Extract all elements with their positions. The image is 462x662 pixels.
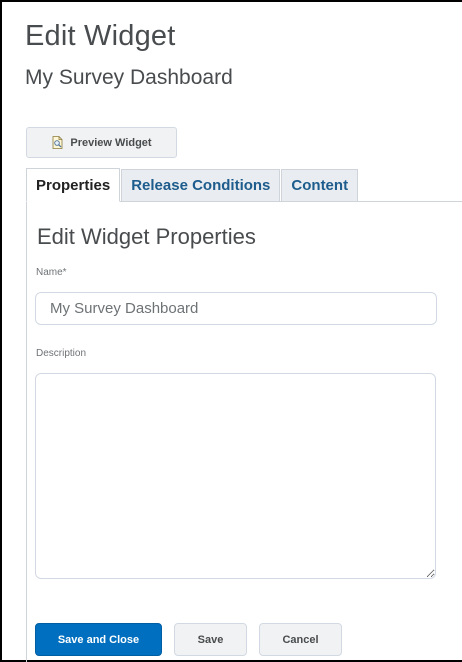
tab-properties[interactable]: Properties bbox=[26, 168, 121, 202]
description-textarea[interactable] bbox=[35, 373, 436, 579]
cancel-button[interactable]: Cancel bbox=[259, 623, 342, 656]
tab-content[interactable]: Content bbox=[281, 169, 359, 202]
preview-widget-label: Preview Widget bbox=[70, 136, 152, 149]
description-label: Description bbox=[36, 348, 87, 359]
name-input[interactable] bbox=[35, 292, 437, 325]
tab-bar: Properties Release Conditions Content bbox=[26, 168, 359, 202]
save-button[interactable]: Save bbox=[174, 623, 247, 656]
page-subtitle: My Survey Dashboard bbox=[25, 66, 233, 89]
tab-release-conditions[interactable]: Release Conditions bbox=[121, 169, 281, 202]
page-title: Edit Widget bbox=[25, 20, 176, 52]
name-label: Name* bbox=[36, 267, 67, 278]
save-and-close-button[interactable]: Save and Close bbox=[35, 623, 162, 656]
section-title: Edit Widget Properties bbox=[37, 224, 256, 249]
document-magnifier-icon bbox=[51, 136, 64, 149]
tab-panel-border bbox=[26, 201, 27, 662]
preview-widget-button[interactable]: Preview Widget bbox=[26, 127, 177, 158]
